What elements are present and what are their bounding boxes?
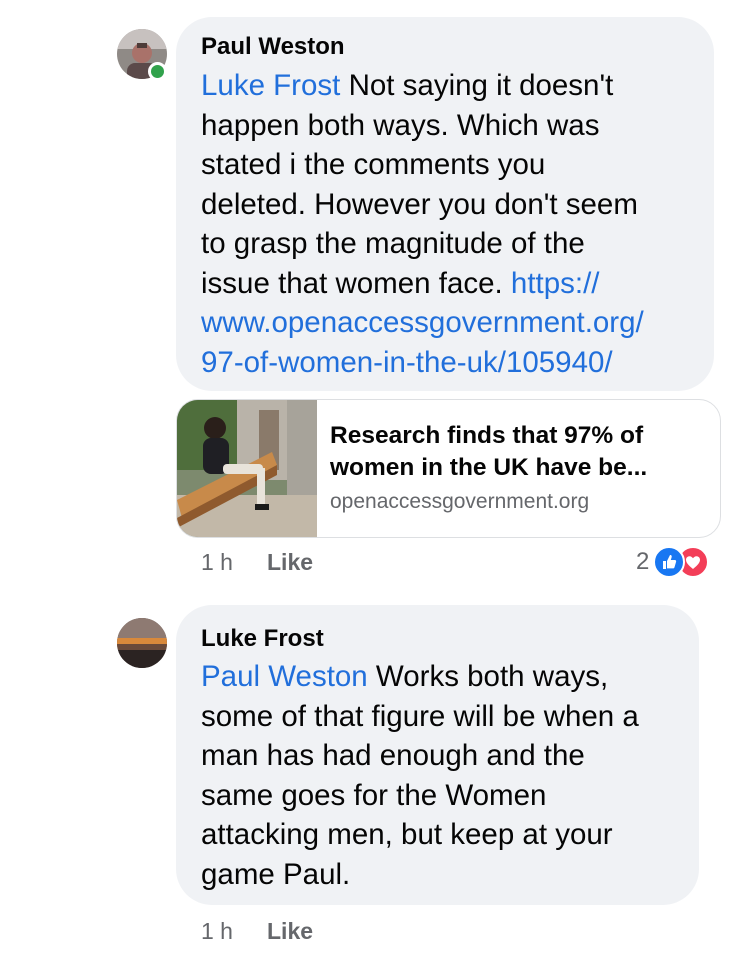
comment-timestamp[interactable]: 1 h bbox=[201, 549, 233, 576]
reaction-count: 2 bbox=[636, 548, 650, 575]
link-preview-domain: openaccessgovernment.org bbox=[330, 490, 590, 513]
comment-body: Not saying it doesn't happen both ways. … bbox=[201, 69, 638, 300]
like-button[interactable]: Like bbox=[267, 918, 313, 945]
comment-text: Luke Frost Not saying it doesn't happen … bbox=[201, 66, 701, 382]
mention-link[interactable]: Luke Frost bbox=[201, 69, 340, 102]
comment-text: Paul Weston Works both ways, some of tha… bbox=[201, 657, 696, 894]
comment-author-name[interactable]: Luke Frost bbox=[201, 625, 324, 653]
comment-author-name[interactable]: Paul Weston bbox=[201, 33, 345, 61]
comment-body: Works both ways, some of that figure wil… bbox=[201, 660, 639, 891]
comment-timestamp[interactable]: 1 h bbox=[201, 918, 233, 945]
like-icon bbox=[653, 546, 686, 578]
online-status-dot bbox=[148, 62, 167, 81]
mention-link[interactable]: Paul Weston bbox=[201, 660, 368, 693]
reaction-summary[interactable]: 2 bbox=[636, 546, 710, 578]
like-button[interactable]: Like bbox=[267, 549, 313, 576]
avatar-luke-frost[interactable] bbox=[117, 618, 167, 668]
link-preview-title[interactable]: Research finds that 97% of women in the … bbox=[330, 420, 710, 484]
link-preview-thumbnail bbox=[177, 400, 317, 537]
link-preview-card[interactable]: Research finds that 97% of women in the … bbox=[176, 399, 721, 538]
